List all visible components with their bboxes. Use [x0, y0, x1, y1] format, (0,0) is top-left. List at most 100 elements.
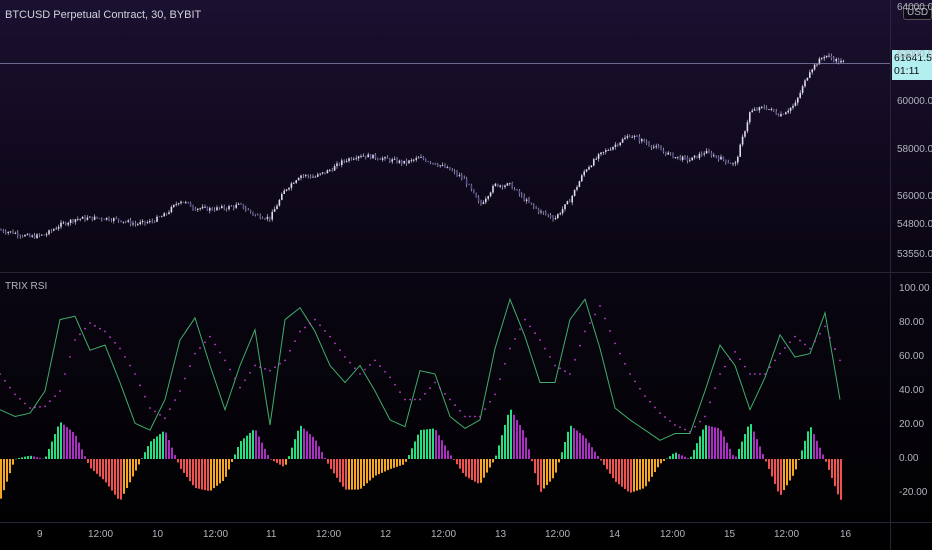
signal-dot: [379, 365, 381, 367]
histogram-bar: [558, 459, 560, 463]
signal-dot: [389, 376, 391, 379]
signal-dot: [619, 352, 621, 355]
signal-dot: [819, 332, 821, 335]
time-tick-label: 14: [609, 529, 621, 540]
histogram-bar: [648, 459, 650, 482]
candle-body: [271, 211, 273, 220]
histogram-bar: [48, 449, 50, 459]
candle-body: [557, 214, 559, 219]
signal-dot: [204, 341, 206, 344]
signal-dot: [609, 330, 611, 332]
signal-dot: [234, 377, 236, 380]
histogram-bar: [444, 445, 446, 459]
histogram-bar: [822, 454, 824, 459]
signal-dot: [159, 413, 161, 416]
candle-body: [708, 150, 710, 153]
signal-dot: [0, 373, 1, 375]
signal-dot: [194, 352, 196, 355]
candle-body: [597, 154, 600, 159]
candle-body: [624, 137, 626, 140]
histogram-bar: [699, 436, 701, 459]
signal-dot: [554, 364, 556, 367]
histogram-bar: [27, 456, 29, 459]
candle-body: [765, 107, 768, 110]
candle-body: [672, 152, 674, 158]
candle-body: [821, 58, 823, 60]
candle-body: [581, 175, 583, 182]
histogram-bar: [792, 459, 794, 476]
candle-body: [477, 197, 480, 202]
signal-dot: [24, 402, 26, 405]
candle-body: [26, 234, 29, 236]
candle-body: [446, 167, 449, 168]
histogram-bar: [156, 436, 158, 459]
histogram-bar: [267, 454, 269, 459]
histogram-bar: [696, 443, 698, 459]
candle-body: [355, 158, 357, 160]
indicator-title[interactable]: TRIX RSI: [5, 281, 47, 292]
histogram-bar: [129, 459, 131, 483]
candle-body: [127, 220, 129, 222]
signal-dot: [689, 430, 691, 433]
candle-body: [252, 212, 254, 215]
histogram-bar: [804, 440, 806, 459]
signal-dot: [809, 347, 811, 350]
candle-body: [225, 208, 228, 210]
histogram-bar: [132, 459, 134, 477]
candle-body: [86, 217, 89, 220]
candle-body: [223, 206, 225, 209]
signal-dot: [344, 356, 346, 358]
candle-body: [9, 231, 12, 233]
candle-body: [165, 213, 168, 215]
histogram-bar: [189, 459, 191, 482]
signal-dot: [229, 368, 231, 371]
candle-body: [770, 109, 773, 110]
histogram-bar: [420, 429, 422, 459]
candle-body: [449, 167, 451, 171]
signal-dot: [369, 364, 371, 366]
candle-body: [96, 216, 98, 219]
histogram-bar: [333, 459, 335, 474]
histogram-bar: [570, 425, 572, 459]
histogram-bar: [183, 459, 185, 473]
candle-body: [578, 181, 581, 187]
candle-body: [108, 217, 110, 221]
signal-dot: [89, 322, 91, 324]
chart-canvas[interactable]: [0, 0, 932, 550]
histogram-bar: [123, 459, 125, 494]
candle-body: [329, 170, 331, 171]
signal-dot: [544, 347, 546, 350]
signal-dot: [829, 336, 831, 339]
histogram-bar: [525, 437, 527, 459]
histogram-bar: [84, 456, 86, 459]
signal-dot: [759, 373, 761, 375]
histogram-bar: [624, 459, 626, 490]
signal-dot: [629, 373, 631, 375]
candle-body: [163, 213, 165, 217]
histogram-bar: [144, 452, 146, 459]
signal-dot: [239, 386, 241, 389]
histogram-bar: [684, 456, 686, 459]
candle-body: [391, 159, 393, 162]
candle-body: [693, 155, 696, 158]
candle-body: [614, 144, 617, 147]
candle-body: [595, 158, 597, 160]
signal-dot: [429, 387, 431, 390]
candle-body: [300, 175, 302, 179]
candle-body: [62, 222, 65, 224]
histogram-bar: [366, 459, 368, 484]
candle-body: [828, 55, 830, 57]
signal-dot: [599, 305, 601, 307]
signal-dot: [424, 392, 426, 395]
candle-body: [425, 159, 427, 162]
candle-body: [290, 183, 293, 188]
histogram-bar: [204, 459, 206, 491]
candle-body: [833, 58, 835, 62]
candle-body: [331, 170, 333, 171]
histogram-bar: [360, 459, 362, 489]
candle-body: [422, 157, 425, 160]
histogram-bar: [465, 459, 467, 477]
histogram-bar: [96, 459, 98, 474]
candle-body: [218, 207, 221, 209]
candle-body: [619, 142, 621, 146]
